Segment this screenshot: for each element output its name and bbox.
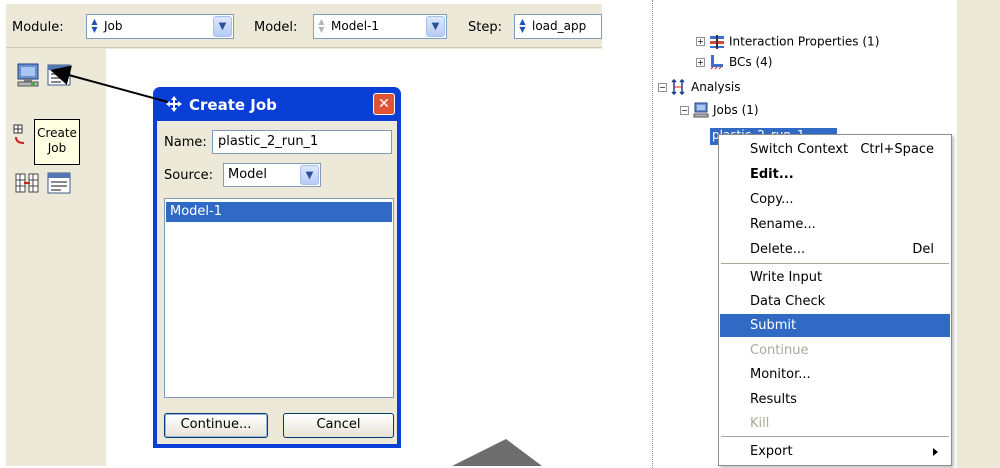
menu-item-label: Export <box>750 444 793 459</box>
continue-button[interactable]: Continue... <box>164 413 268 438</box>
module-value: Job <box>104 19 123 33</box>
dialog-body: Name: plastic_2_run_1 Source: Model ▼ Mo… <box>157 121 397 444</box>
submenu-arrow-icon <box>933 448 938 456</box>
move-icon <box>166 96 182 112</box>
menu-item-copy[interactable]: Copy... <box>720 188 950 211</box>
model-label: Model: <box>254 20 298 35</box>
tooltip-line-1: Create <box>37 126 77 140</box>
menu-item-label: Continue <box>750 343 809 358</box>
menu-item-label: Kill <box>750 416 770 431</box>
boundary-conditions-icon <box>710 55 723 70</box>
job-name-value: plastic_2_run_1 <box>218 134 319 149</box>
collapse-icon[interactable]: − <box>658 82 667 92</box>
menu-item-data-check[interactable]: Data Check <box>720 290 950 313</box>
menu-item-label: Results <box>750 392 797 407</box>
toolbox <box>6 49 106 466</box>
menu-item-edit[interactable]: Edit... <box>720 163 950 186</box>
create-coexecution-icon[interactable] <box>14 170 40 196</box>
create-adaptivity-process-icon[interactable] <box>12 123 34 145</box>
interaction-properties-icon <box>710 34 724 49</box>
module-label: Module: <box>12 20 64 35</box>
tree-item-bcs[interactable]: + BCs (4) <box>696 54 772 72</box>
cancel-button[interactable]: Cancel <box>283 413 394 438</box>
menu-item-label: Monitor... <box>750 367 811 382</box>
source-label: Source: <box>164 168 214 183</box>
job-context-menu: Switch Context Ctrl+Space Edit... Copy... Re… <box>718 134 952 466</box>
tree-item-interaction-properties[interactable]: + Interaction Properties (1) <box>696 34 879 52</box>
jobs-icon <box>693 102 709 118</box>
tree-item-jobs[interactable]: − Jobs (1) <box>680 102 759 120</box>
menu-item-shortcut: Ctrl+Space <box>860 142 934 157</box>
analysis-icon <box>671 79 685 95</box>
menu-item-label: Data Check <box>750 294 826 309</box>
create-job-icon[interactable] <box>15 62 41 88</box>
spinner-icon[interactable]: ▲ ▼ <box>517 18 528 35</box>
job-name-input[interactable]: plastic_2_run_1 <box>212 130 392 154</box>
spinner-icon[interactable]: ▲ ▼ <box>89 18 100 35</box>
step-combo[interactable]: ▲ ▼ load_app <box>514 14 602 39</box>
job-manager-icon[interactable] <box>46 62 72 88</box>
expand-icon[interactable]: + <box>696 57 705 67</box>
menu-separator <box>721 263 949 264</box>
tree-item-label: BCs (4) <box>729 55 773 69</box>
menu-separator <box>721 436 949 437</box>
menu-item-shortcut: Del <box>912 242 934 257</box>
source-value: Model <box>228 167 268 182</box>
menu-item-rename[interactable]: Rename... <box>720 213 950 236</box>
tree-item-label: Interaction Properties (1) <box>729 34 880 49</box>
list-item[interactable]: Model-1 <box>166 202 392 222</box>
menu-item-continue: Continue <box>720 339 950 362</box>
dialog-titlebar[interactable]: Create Job ✕ <box>157 87 397 121</box>
model-list[interactable]: Model-1 <box>164 198 394 398</box>
model-combo[interactable]: ▲ ▼ Model-1 ▼ <box>313 14 447 39</box>
collapse-icon[interactable]: − <box>680 105 689 115</box>
menu-item-results[interactable]: Results <box>720 388 950 411</box>
expand-icon[interactable]: + <box>696 37 705 46</box>
menu-item-switch-context[interactable]: Switch Context Ctrl+Space <box>720 138 950 161</box>
menu-item-label: Rename... <box>750 217 816 232</box>
tree-guide-line <box>652 0 653 468</box>
menu-item-label: Submit <box>750 318 797 333</box>
menu-item-kill: Kill <box>720 412 950 435</box>
tree-item-label: Jobs (1) <box>713 103 759 117</box>
name-label: Name: <box>164 135 207 150</box>
step-value: load_app <box>532 19 587 33</box>
dialog-title: Create Job <box>189 96 277 114</box>
menu-item-label: Switch Context <box>750 142 849 157</box>
abaqus-job-module-panel: Module: ▲ ▼ Job ▼ Model: ▲ ▼ Model-1 ▼ Ste… <box>6 4 602 466</box>
chevron-down-icon[interactable]: ▼ <box>426 16 445 37</box>
close-icon: ✕ <box>378 96 390 112</box>
source-combo[interactable]: Model ▼ <box>223 163 321 187</box>
create-job-tooltip: Create Job <box>34 119 80 165</box>
chevron-down-icon[interactable]: ▼ <box>300 165 319 185</box>
spinner-icon[interactable]: ▲ ▼ <box>316 18 327 35</box>
tooltip-line-2: Job <box>47 141 67 155</box>
coexecution-manager-icon[interactable] <box>46 170 72 196</box>
menu-item-label: Write Input <box>750 270 823 285</box>
menu-item-write-input[interactable]: Write Input <box>720 266 950 289</box>
close-button[interactable]: ✕ <box>373 93 395 115</box>
create-job-dialog: Create Job ✕ Name: plastic_2_run_1 Sourc… <box>153 87 401 448</box>
model-part-shape <box>452 439 542 466</box>
menu-item-label: Delete... <box>750 242 806 257</box>
tree-item-analysis[interactable]: − Analysis <box>658 79 740 97</box>
chevron-down-icon[interactable]: ▼ <box>213 16 232 37</box>
menu-item-monitor[interactable]: Monitor... <box>720 363 950 386</box>
menu-item-export[interactable]: Export <box>720 440 950 463</box>
menu-item-label: Edit... <box>750 167 794 182</box>
menu-item-submit[interactable]: Submit <box>720 314 950 337</box>
panel-edge <box>957 0 1000 468</box>
menu-item-delete[interactable]: Delete... Del <box>720 238 950 261</box>
module-combo[interactable]: ▲ ▼ Job ▼ <box>86 14 234 39</box>
tree-item-label: Analysis <box>691 80 741 94</box>
model-value: Model-1 <box>331 19 379 33</box>
step-label: Step: <box>468 20 502 35</box>
context-toolbar: Module: ▲ ▼ Job ▼ Model: ▲ ▼ Model-1 ▼ Ste… <box>6 4 602 48</box>
menu-item-label: Copy... <box>750 192 794 207</box>
